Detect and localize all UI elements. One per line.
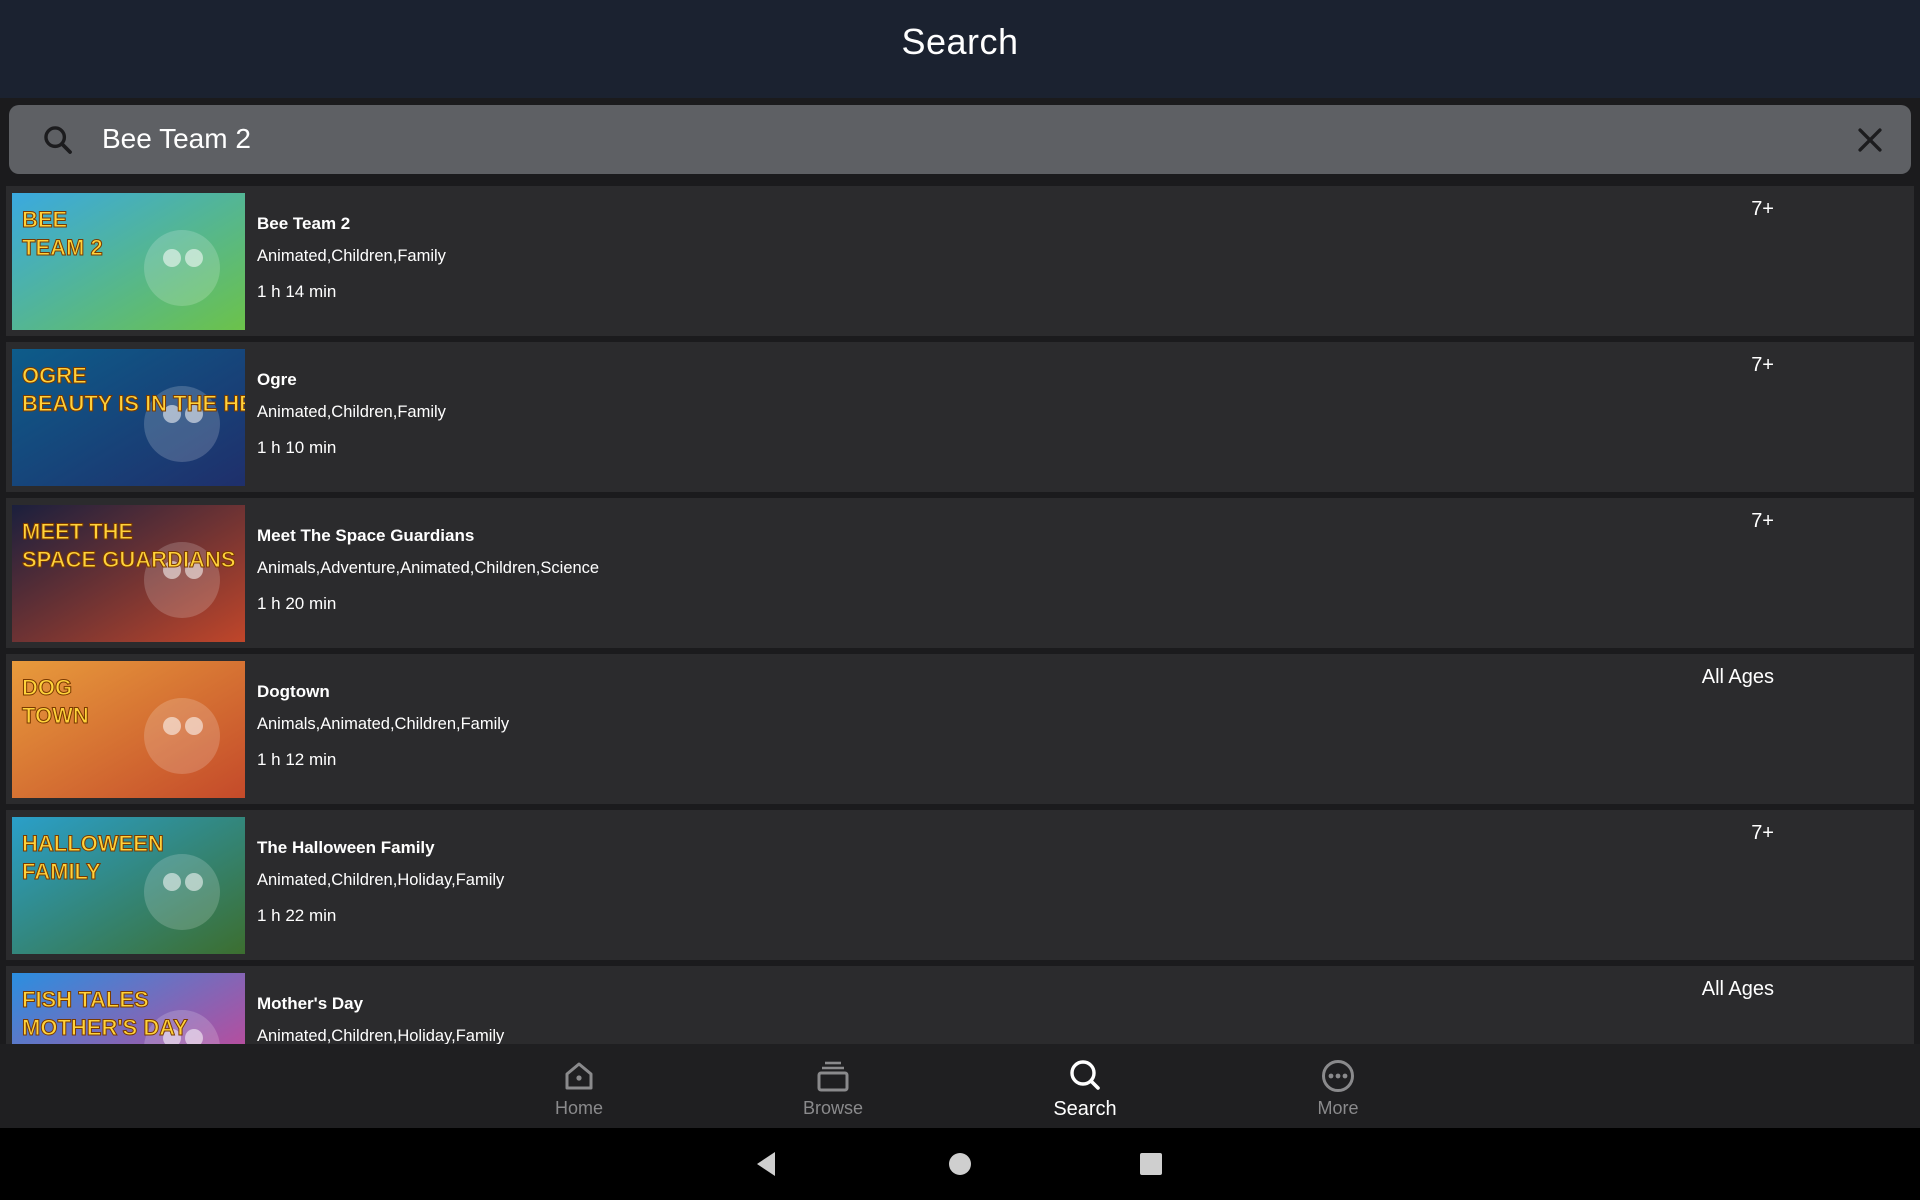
poster-subtitle-text: BEAUTY IS IN THE HEART!: [22, 391, 245, 416]
result-genres: Animated,Children,Family: [257, 247, 446, 265]
result-row[interactable]: HALLOWEEN FAMILY The Halloween Family Anima…: [6, 810, 1914, 960]
poster-thumbnail: BEE TEAM 2: [12, 193, 245, 330]
close-icon[interactable]: [1853, 123, 1887, 157]
poster-title-text: DOG: [22, 675, 72, 700]
poster-title-text: BEE: [22, 207, 67, 232]
home-icon: [565, 1062, 593, 1090]
nav-item-home[interactable]: Home: [509, 1044, 649, 1128]
poster-thumbnail: OGRE BEAUTY IS IN THE HEART!: [12, 349, 245, 486]
search-results-list: BEE TEAM 2 Bee Team 2 Animated,Children,Fam…: [0, 186, 1920, 1044]
back-icon[interactable]: [749, 1146, 785, 1182]
result-duration: 1 h 14 min: [257, 282, 337, 301]
result-genres: Animated,Children,Holiday,Family: [257, 1027, 505, 1044]
age-rating-badge: All Ages: [1701, 666, 1774, 688]
search-bar[interactable]: [9, 105, 1911, 174]
age-rating-badge: 7+: [1751, 354, 1774, 376]
recents-icon[interactable]: [1133, 1146, 1169, 1182]
result-title: Meet The Space Guardians: [257, 526, 475, 545]
result-title: The Halloween Family: [257, 838, 435, 857]
poster-thumbnail: DOG TOWN: [12, 661, 245, 798]
poster-title-text: MEET THE: [22, 519, 133, 544]
result-genres: Animals,Adventure,Animated,Children,Scie…: [257, 559, 600, 580]
result-duration: 1 h 10 min: [257, 438, 337, 457]
more-icon: [1322, 1060, 1354, 1092]
age-rating-badge: All Ages: [1701, 978, 1774, 1000]
poster-thumbnail: MEET THE SPACE GUARDIANS: [12, 505, 245, 642]
nav-item-search[interactable]: Search: [1015, 1044, 1155, 1128]
top-app-bar: Search: [0, 0, 1920, 98]
result-genres: Animated,Children,Holiday,Family: [257, 871, 505, 889]
result-row[interactable]: OGRE BEAUTY IS IN THE HEART! Ogre Animated,…: [6, 342, 1914, 492]
result-title: Mother's Day: [257, 994, 364, 1013]
result-title: Ogre: [257, 370, 297, 389]
result-duration: 1 h 20 min: [257, 594, 337, 613]
poster-subtitle-text: TEAM 2: [22, 235, 103, 260]
search-icon: [1070, 1060, 1100, 1090]
result-row[interactable]: FISH TALES MOTHER'S DAY Mother's Day Animat…: [6, 966, 1914, 1044]
home-circle-icon[interactable]: [942, 1146, 978, 1182]
bottom-navigation: Home Browse Search More: [0, 1044, 1920, 1128]
nav-label-more: More: [1317, 1098, 1359, 1118]
poster-subtitle-text: SPACE GUARDIANS: [22, 547, 236, 572]
age-rating-badge: 7+: [1751, 822, 1774, 844]
poster-title-text: HALLOWEEN: [22, 831, 164, 856]
search-icon: [44, 126, 72, 154]
result-duration: 1 h 12 min: [257, 750, 337, 769]
poster-subtitle-text: FAMILY: [22, 859, 101, 884]
result-genres: Animated,Children,Family: [257, 403, 446, 421]
result-row[interactable]: BEE TEAM 2 Bee Team 2 Animated,Children,Fam…: [6, 186, 1914, 336]
age-rating-badge: 7+: [1751, 510, 1774, 532]
system-navigation-bar: [0, 1128, 1920, 1200]
nav-label-home: Home: [554, 1098, 603, 1118]
poster-title-text: OGRE: [22, 363, 87, 388]
result-genres: Animals,Animated,Children,Family: [257, 715, 510, 733]
age-rating-badge: 7+: [1751, 198, 1774, 220]
nav-item-more[interactable]: More: [1268, 1044, 1408, 1128]
nav-item-browse[interactable]: Browse: [763, 1044, 903, 1128]
page-title: Search: [901, 21, 1019, 62]
nav-label-browse: Browse: [802, 1098, 864, 1118]
result-row[interactable]: DOG TOWN Dogtown Animals,Animated,Children,…: [6, 654, 1914, 804]
poster-thumbnail: FISH TALES MOTHER'S DAY: [12, 973, 245, 1044]
browse-icon: [817, 1061, 849, 1092]
search-input[interactable]: [100, 117, 1800, 161]
poster-subtitle-text: TOWN: [22, 703, 89, 728]
poster-thumbnail: HALLOWEEN FAMILY: [12, 817, 245, 954]
result-title: Bee Team 2: [257, 214, 351, 233]
nav-label-search: Search: [1053, 1098, 1117, 1120]
poster-subtitle-text: MOTHER'S DAY: [22, 1015, 188, 1040]
result-row[interactable]: MEET THE SPACE GUARDIANS Meet The Space Gu…: [6, 498, 1914, 648]
poster-title-text: FISH TALES: [22, 987, 149, 1012]
result-title: Dogtown: [257, 682, 330, 701]
result-duration: 1 h 22 min: [257, 906, 337, 925]
